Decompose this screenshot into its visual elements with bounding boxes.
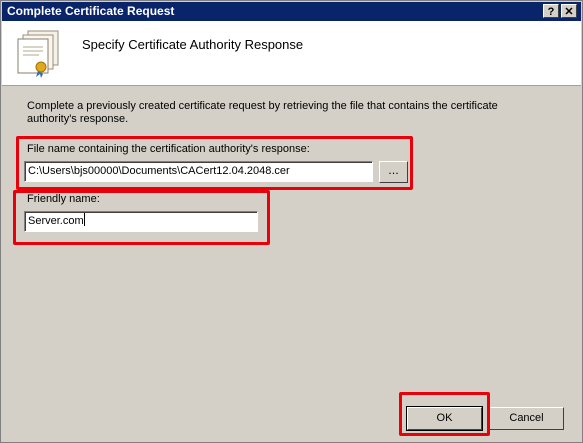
header-band: Specify Certificate Authority Response [2, 21, 581, 86]
help-button[interactable]: ? [543, 4, 559, 18]
page-title: Specify Certificate Authority Response [82, 37, 304, 52]
close-icon: ✕ [564, 6, 574, 18]
close-button[interactable]: ✕ [561, 4, 577, 18]
title-bar[interactable]: Complete Certificate Request ? ✕ [2, 2, 581, 21]
cancel-button[interactable]: Cancel [489, 407, 564, 430]
friendly-name-highlight-box [13, 190, 270, 245]
help-icon: ? [547, 6, 555, 18]
complete-certificate-request-dialog: Complete Certificate Request ? ✕ Specify… [0, 0, 583, 443]
window-title: Complete Certificate Request [7, 4, 175, 18]
description-text: Complete a previously created certificat… [27, 100, 498, 125]
file-name-highlight-box [16, 136, 413, 190]
ok-button-highlight-box [399, 392, 490, 436]
certificate-icon [17, 30, 59, 78]
